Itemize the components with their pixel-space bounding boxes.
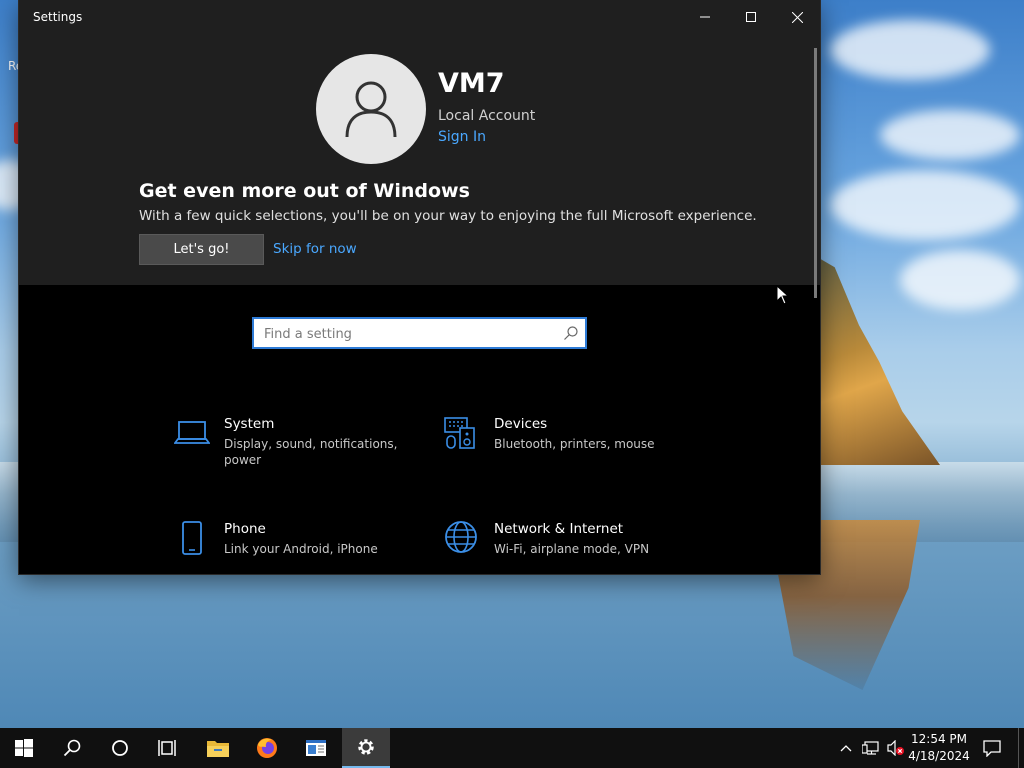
taskbar: 12:54 PM 4/18/2024 (0, 728, 1024, 768)
cortana-button[interactable] (96, 728, 144, 768)
close-button[interactable] (774, 0, 820, 34)
category-phone[interactable]: Phone Link your Android, iPhone (174, 521, 434, 574)
category-title: Phone (224, 521, 266, 537)
network-tray-button[interactable] (860, 728, 882, 768)
avatar[interactable] (316, 54, 426, 164)
search-input[interactable] (262, 319, 556, 349)
system-clock[interactable]: 12:54 PM 4/18/2024 (906, 731, 972, 765)
minimize-button[interactable] (682, 0, 728, 34)
maximize-icon (746, 12, 756, 22)
window-title: Settings (33, 10, 83, 24)
cloud (880, 110, 1020, 160)
file-explorer-icon (207, 741, 229, 757)
account-name: VM7 (438, 68, 505, 99)
volume-muted-icon (887, 740, 904, 756)
settings-taskbar-button[interactable] (342, 728, 390, 768)
start-button[interactable] (0, 728, 48, 768)
scrollbar[interactable] (814, 48, 817, 298)
category-devices[interactable]: Devices Bluetooth, printers, mouse (444, 416, 704, 476)
cloud (830, 20, 990, 80)
app-button[interactable] (292, 728, 340, 768)
category-title: Devices (494, 416, 548, 432)
sign-in-link[interactable]: Sign In (438, 129, 486, 145)
notification-icon (983, 739, 1001, 757)
windows-logo-icon (15, 739, 33, 757)
clock-date: 4/18/2024 (908, 749, 970, 763)
search-box[interactable] (252, 317, 587, 349)
action-center-button[interactable] (978, 728, 1006, 768)
phone-icon (182, 521, 202, 555)
lets-go-button[interactable]: Let's go! (139, 234, 264, 265)
app-icon (306, 740, 326, 756)
category-description: Display, sound, notifications, power (224, 437, 398, 467)
account-banner: VM7 Local Account Sign In Get even more … (19, 34, 820, 285)
skip-for-now-link[interactable]: Skip for now (273, 241, 357, 257)
settings-window: Settings VM7 Local Account Sign In Get e… (19, 0, 820, 574)
account-type: Local Account (438, 108, 536, 124)
taskbar-search-button[interactable] (48, 728, 96, 768)
globe-icon (445, 521, 477, 553)
category-description: Bluetooth, printers, mouse (494, 437, 655, 451)
search-icon (63, 739, 81, 757)
category-title: Network & Internet (494, 521, 624, 537)
category-system[interactable]: System Display, sound, notifications, po… (174, 416, 434, 476)
mouse-cursor-icon (776, 285, 790, 305)
category-title: System (224, 416, 275, 432)
category-network[interactable]: Network & Internet Wi-Fi, airplane mode,… (444, 521, 704, 574)
devices-icon (444, 417, 475, 449)
clock-time: 12:54 PM (911, 732, 967, 746)
chevron-up-icon (840, 745, 852, 752)
cloud (830, 170, 1020, 240)
firefox-button[interactable] (243, 728, 291, 768)
show-hidden-icons-button[interactable] (836, 728, 856, 768)
laptop-icon (174, 421, 210, 444)
promo-heading: Get even more out of Windows (139, 180, 470, 202)
title-bar[interactable]: Settings (19, 0, 820, 34)
task-view-icon (158, 740, 176, 756)
cortana-icon (112, 740, 128, 756)
show-desktop-button[interactable] (1018, 728, 1019, 768)
firefox-icon (257, 738, 277, 758)
settings-icon (358, 739, 374, 755)
cloud (900, 250, 1020, 310)
maximize-button[interactable] (728, 0, 774, 34)
close-icon (791, 11, 803, 23)
category-description: Wi-Fi, airplane mode, VPN (494, 542, 650, 556)
user-icon (345, 81, 397, 138)
volume-tray-button[interactable] (884, 728, 908, 768)
search-icon[interactable] (563, 325, 579, 341)
promo-text: With a few quick selections, you'll be o… (139, 208, 757, 224)
network-icon (862, 741, 879, 755)
category-description: Link your Android, iPhone (224, 542, 378, 556)
task-view-button[interactable] (144, 728, 192, 768)
minimize-icon (700, 16, 710, 18)
file-explorer-button[interactable] (194, 728, 242, 768)
